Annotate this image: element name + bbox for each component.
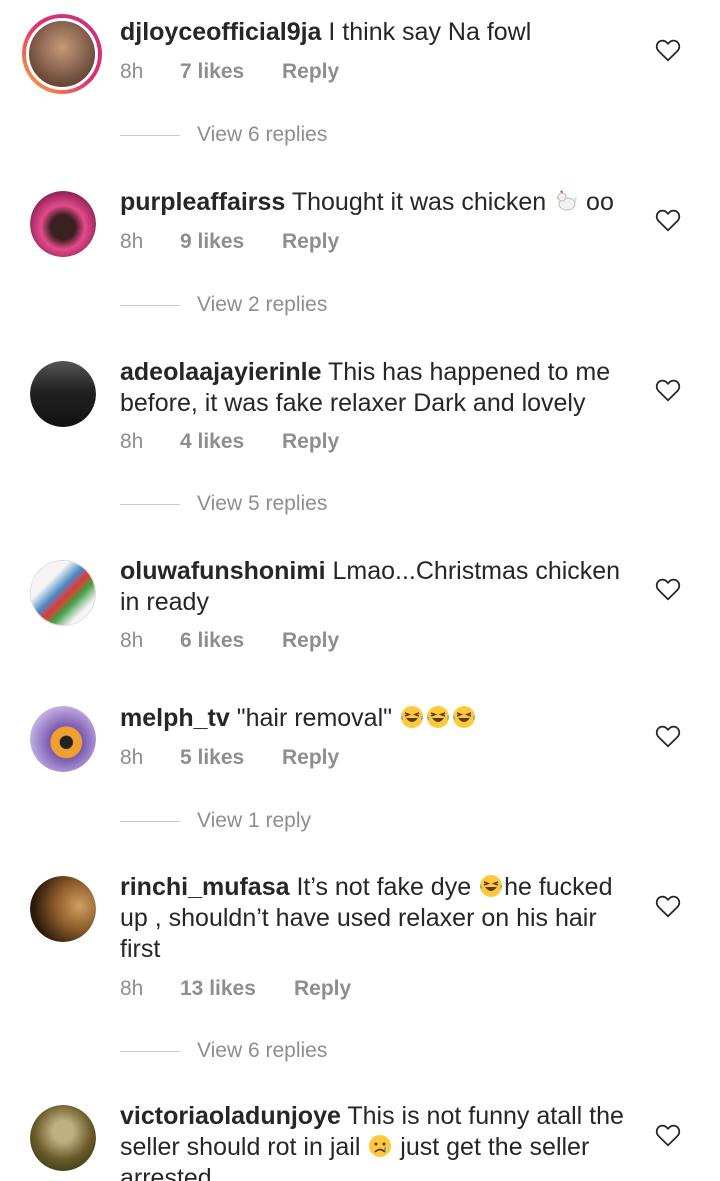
- heart-icon[interactable]: [655, 1123, 681, 1147]
- username[interactable]: victoriaoladunjoye: [120, 1102, 341, 1130]
- sad-face-emoji-icon: [369, 1135, 392, 1157]
- comment-text: victoriaoladunjoye This is not funny ata…: [120, 1101, 630, 1181]
- comment-item: victoriaoladunjoye This is not funny ata…: [0, 0, 720, 1181]
- avatar[interactable]: [30, 1105, 96, 1171]
